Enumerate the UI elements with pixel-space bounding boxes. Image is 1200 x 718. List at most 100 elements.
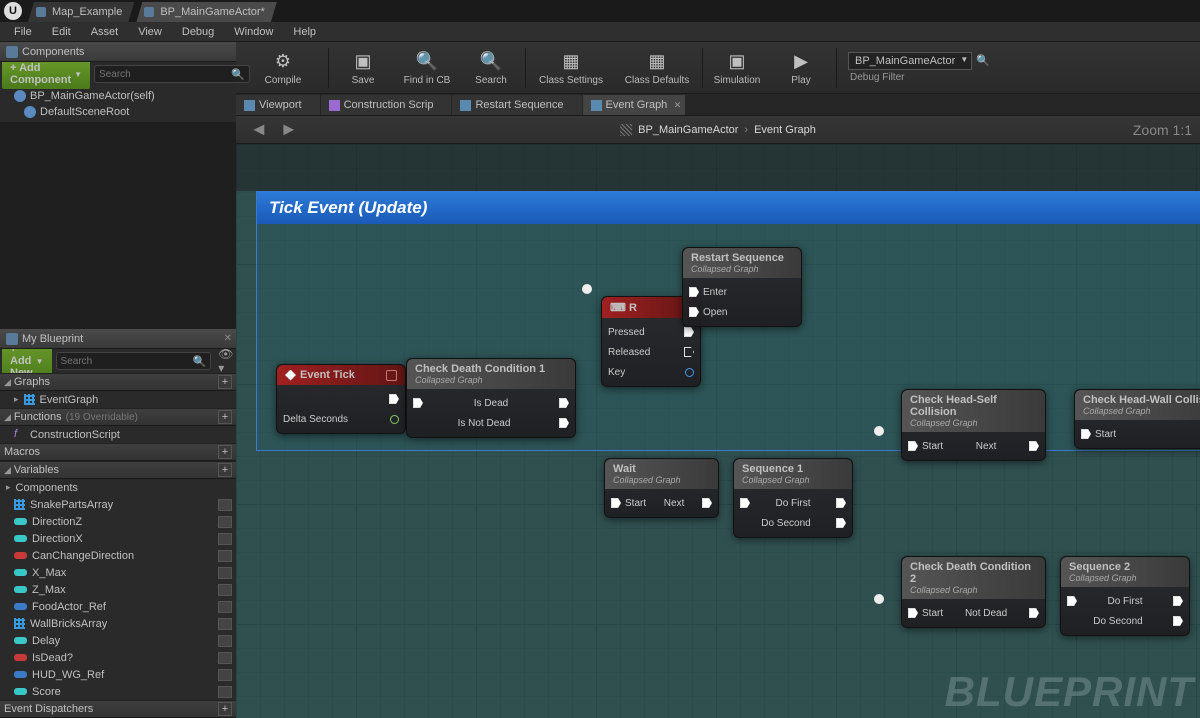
tb-compile[interactable]: ⚙Compile xyxy=(240,43,326,93)
var-menu-icon[interactable] xyxy=(218,635,232,647)
exec-out-pin[interactable] xyxy=(559,398,569,408)
node-event-tick[interactable]: Event Tick Delta Seconds xyxy=(276,364,406,434)
wire-reroute[interactable] xyxy=(874,426,884,436)
graph-canvas[interactable]: Tick Event (Update) Event Tick xyxy=(236,144,1200,718)
menu-debug[interactable]: Debug xyxy=(172,22,224,42)
exec-out-pin[interactable] xyxy=(1173,596,1183,606)
components-search[interactable]: 🔍 xyxy=(94,65,250,83)
exec-out-pin[interactable] xyxy=(836,498,846,508)
add-dispatcher-button[interactable]: + xyxy=(218,702,232,716)
var-menu-icon[interactable] xyxy=(218,601,232,613)
tab-event-graph[interactable]: Event Graph✕ xyxy=(583,95,686,115)
nav-back-icon[interactable]: ◄ xyxy=(244,119,274,140)
tab-restart-sequence[interactable]: Restart Sequence xyxy=(452,95,581,115)
exec-in-pin[interactable] xyxy=(689,307,699,317)
node-sequence-2[interactable]: Sequence 2Collapsed Graph Do First Do Se… xyxy=(1060,556,1190,636)
menu-window[interactable]: Window xyxy=(224,22,283,42)
exec-in-pin[interactable] xyxy=(611,498,621,508)
exec-in-pin[interactable] xyxy=(740,498,750,508)
wire-reroute[interactable] xyxy=(874,594,884,604)
breadcrumb-graph[interactable]: Event Graph xyxy=(754,124,816,136)
var-menu-icon[interactable] xyxy=(218,584,232,596)
tb-find-in-cb[interactable]: 🔍Find in CB xyxy=(395,43,459,93)
debug-filter-label[interactable]: Debug Filter xyxy=(848,72,904,83)
myblueprint-search[interactable]: 🔍 xyxy=(56,352,212,370)
exec-in-pin[interactable] xyxy=(689,287,699,297)
debug-object-combo[interactable]: BP_MainGameActor▼🔍 xyxy=(848,52,972,70)
title-tab-bp[interactable]: BP_MainGameActor* xyxy=(136,2,277,22)
var-menu-icon[interactable] xyxy=(218,550,232,562)
var-WallBricksArray[interactable]: WallBricksArray xyxy=(0,615,236,632)
var-menu-icon[interactable] xyxy=(218,686,232,698)
menu-help[interactable]: Help xyxy=(283,22,326,42)
node-sequence-1[interactable]: Sequence 1Collapsed Graph Do First Do Se… xyxy=(733,458,853,538)
exec-in-pin[interactable] xyxy=(413,398,423,408)
cat-dispatchers[interactable]: Event Dispatchers+ xyxy=(0,700,236,718)
graph-eventgraph[interactable]: ▸EventGraph xyxy=(0,391,236,408)
node-check-death-2[interactable]: Check Death Condition 2Collapsed Graph S… xyxy=(901,556,1046,628)
var-CanChangeDirection[interactable]: CanChangeDirection xyxy=(0,547,236,564)
var-menu-icon[interactable] xyxy=(218,567,232,579)
comment-title[interactable]: Tick Event (Update) xyxy=(257,192,1200,224)
exec-out-pin[interactable] xyxy=(1029,608,1039,618)
var-HUD_WG_Ref[interactable]: HUD_WG_Ref xyxy=(0,666,236,683)
node-check-death-1[interactable]: Check Death Condition 1Collapsed Graph I… xyxy=(406,358,576,438)
view-options-icon[interactable]: 👁▾ xyxy=(215,347,236,375)
exec-out-pin[interactable] xyxy=(1173,616,1183,626)
tb-class-settings[interactable]: ▦Class Settings xyxy=(528,43,614,93)
add-function-button[interactable]: + xyxy=(218,410,232,424)
cat-variables[interactable]: ◢Variables+ xyxy=(0,461,236,479)
exec-in-pin[interactable] xyxy=(908,608,918,618)
breadcrumb-asset[interactable]: BP_MainGameActor xyxy=(638,124,738,136)
var-DirectionX[interactable]: DirectionX xyxy=(0,530,236,547)
component-scene-root[interactable]: DefaultSceneRoot xyxy=(0,104,236,120)
node-check-head-self[interactable]: Check Head-Self CollisionCollapsed Graph… xyxy=(901,389,1046,461)
var-menu-icon[interactable] xyxy=(218,669,232,681)
node-wait[interactable]: WaitCollapsed Graph StartNext xyxy=(604,458,719,518)
tb-save[interactable]: ▣Save xyxy=(331,43,395,93)
close-icon[interactable]: ✕ xyxy=(674,100,682,111)
add-variable-button[interactable]: + xyxy=(218,463,232,477)
tb-play[interactable]: ▶Play xyxy=(769,43,833,93)
add-component-button[interactable]: + Add Component▼ xyxy=(2,59,90,89)
cat-macros[interactable]: Macros+ xyxy=(0,443,236,461)
exec-in-pin[interactable] xyxy=(1067,596,1077,606)
menu-view[interactable]: View xyxy=(128,22,172,42)
menu-file[interactable]: File xyxy=(4,22,42,42)
search-icon[interactable]: 🔍 xyxy=(976,54,989,67)
var-menu-icon[interactable] xyxy=(218,618,232,630)
add-graph-button[interactable]: + xyxy=(218,375,232,389)
tb-search[interactable]: 🔍Search xyxy=(459,43,523,93)
close-icon[interactable]: ✕ xyxy=(224,333,232,344)
var-IsDead?[interactable]: IsDead? xyxy=(0,649,236,666)
var-DirectionZ[interactable]: DirectionZ xyxy=(0,513,236,530)
title-tab-map[interactable]: Map_Example xyxy=(28,2,134,22)
exec-in-pin[interactable] xyxy=(908,441,918,451)
var-menu-icon[interactable] xyxy=(218,652,232,664)
exec-out-pin[interactable] xyxy=(684,327,694,337)
exec-in-pin[interactable] xyxy=(1081,429,1091,439)
exec-out-pin[interactable] xyxy=(684,347,694,357)
exec-out-pin[interactable] xyxy=(559,418,569,428)
var-Score[interactable]: Score xyxy=(0,683,236,700)
tab-construction-scrip[interactable]: Construction Scrip xyxy=(321,95,452,115)
var-FoodActor_Ref[interactable]: FoodActor_Ref xyxy=(0,598,236,615)
tb-simulation[interactable]: ▣Simulation xyxy=(705,43,769,93)
node-restart-sequence[interactable]: Restart SequenceCollapsed Graph Enter Op… xyxy=(682,247,802,327)
key-out-pin[interactable] xyxy=(685,368,694,377)
menu-edit[interactable]: Edit xyxy=(42,22,81,42)
var-X_Max[interactable]: X_Max xyxy=(0,564,236,581)
var-menu-icon[interactable] xyxy=(218,533,232,545)
fn-constructionscript[interactable]: fConstructionScript xyxy=(0,426,236,443)
var-Delay[interactable]: Delay xyxy=(0,632,236,649)
float-out-pin[interactable] xyxy=(390,415,399,424)
var-SnakePartsArray[interactable]: SnakePartsArray xyxy=(0,496,236,513)
nav-fwd-icon[interactable]: ► xyxy=(274,119,304,140)
menu-asset[interactable]: Asset xyxy=(81,22,129,42)
cat-variables-components[interactable]: ▸Components xyxy=(0,479,236,496)
exec-out-pin[interactable] xyxy=(702,498,712,508)
tab-viewport[interactable]: Viewport xyxy=(236,95,320,115)
exec-out-pin[interactable] xyxy=(836,518,846,528)
cat-graphs[interactable]: ◢Graphs+ xyxy=(0,373,236,391)
wire-reroute[interactable] xyxy=(582,284,592,294)
